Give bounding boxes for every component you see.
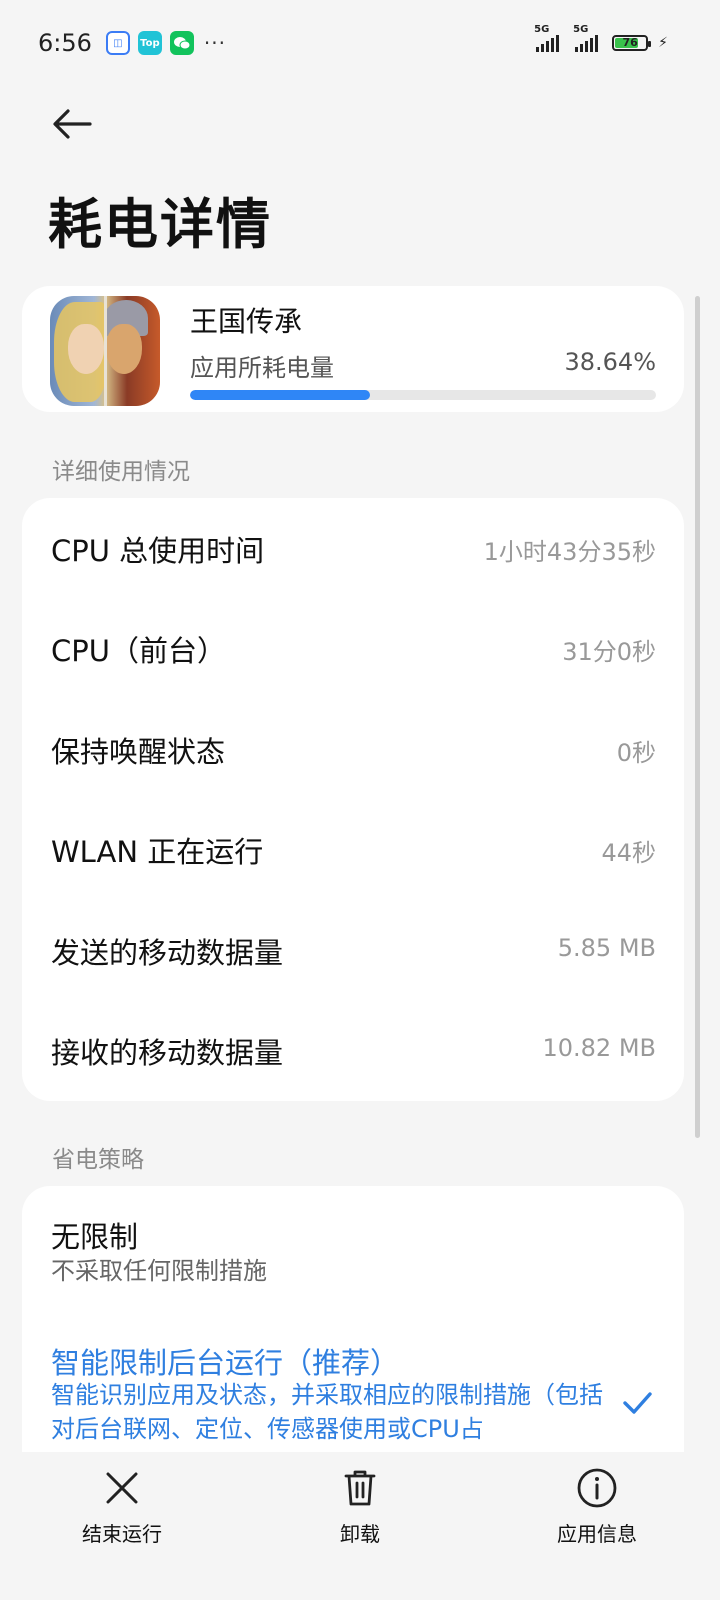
status-time: 6:56 — [38, 29, 92, 57]
signal-2-icon: 5G — [573, 24, 599, 52]
app-info-label: 应用信息 — [557, 1522, 637, 1546]
details-card: CPU 总使用时间 1小时43分35秒 CPU（前台） 31分0秒 保持唤醒状态… — [22, 498, 684, 1101]
end-process-button[interactable]: 结束运行 — [52, 1462, 192, 1572]
more-notifications-icon: ··· — [203, 31, 226, 55]
detail-label: 发送的移动数据量 — [51, 936, 284, 970]
power-details-screen: 6:56 ◫ Top ··· 5G 5G 76 ⚡ 耗电详情 王国传承 应用所耗… — [0, 0, 720, 1600]
detail-label: 接收的移动数据量 — [51, 1036, 284, 1070]
uninstall-label: 卸载 — [340, 1522, 380, 1546]
detail-row-wlan: WLAN 正在运行 44秒 — [22, 799, 684, 899]
detail-row-mobile-received: 接收的移动数据量 10.82 MB — [22, 1000, 684, 1100]
app-info-button[interactable]: 应用信息 — [527, 1462, 667, 1572]
detail-value: 5.85 MB — [557, 934, 656, 962]
option-description: 不采取任何限制措施 — [51, 1257, 267, 1285]
option-title: 智能限制后台运行（推荐） — [51, 1346, 400, 1380]
notification-wechat-icon — [169, 31, 194, 55]
battery-icon: 76 — [612, 35, 652, 51]
app-icon — [50, 296, 160, 406]
detail-value: 1小时43分35秒 — [483, 538, 656, 566]
usage-progress-fill — [190, 390, 371, 400]
detail-label: 保持唤醒状态 — [51, 735, 226, 769]
scrollbar[interactable] — [695, 296, 700, 1138]
app-usage-card: 王国传承 应用所耗电量 38.64% — [22, 286, 684, 412]
detail-row-cpu-foreground: CPU（前台） 31分0秒 — [22, 598, 684, 698]
option-description: 智能识别应用及状态，并采取相应的限制措施（包括对后台联网、定位、传感器使用或CP… — [51, 1381, 603, 1443]
bottom-toolbar: 结束运行 卸载 应用信息 — [0, 1452, 720, 1600]
uninstall-button[interactable]: 卸载 — [290, 1462, 430, 1572]
notification-top-icon: Top — [137, 31, 162, 55]
detail-label: WLAN 正在运行 — [51, 835, 264, 869]
end-process-label: 结束运行 — [82, 1522, 162, 1546]
detail-value: 31分0秒 — [562, 638, 656, 666]
usage-progress-bar — [190, 390, 656, 400]
detail-row-mobile-sent: 发送的移动数据量 5.85 MB — [22, 900, 684, 1000]
app-name: 王国传承 — [190, 305, 303, 338]
back-button[interactable] — [48, 100, 96, 148]
status-bar: 6:56 ◫ Top ··· 5G 5G 76 ⚡ — [38, 22, 668, 64]
details-section-title: 详细使用情况 — [52, 459, 190, 485]
usage-percent: 38.64% — [564, 348, 656, 376]
detail-row-keep-awake: 保持唤醒状态 0秒 — [22, 699, 684, 799]
back-arrow-icon — [53, 109, 92, 139]
page-title: 耗电详情 — [48, 193, 272, 256]
detail-value: 0秒 — [616, 739, 656, 767]
strategy-section-title: 省电策略 — [52, 1147, 144, 1173]
battery-level: 76 — [622, 36, 638, 49]
detail-row-cpu-total: CPU 总使用时间 1小时43分35秒 — [22, 498, 684, 598]
status-indicators: 5G 5G 76 ⚡ — [534, 24, 668, 52]
close-icon — [106, 1472, 138, 1504]
trash-icon — [344, 1470, 376, 1506]
signal-1-icon: 5G — [534, 24, 560, 52]
detail-value: 10.82 MB — [542, 1034, 656, 1062]
charging-icon: ⚡ — [658, 35, 668, 51]
usage-label: 应用所耗电量 — [190, 354, 334, 382]
detail-label: CPU 总使用时间 — [51, 534, 265, 568]
detail-value: 44秒 — [601, 839, 656, 867]
detail-label: CPU（前台） — [51, 634, 226, 668]
info-icon — [577, 1468, 617, 1508]
checkmark-icon — [623, 1392, 652, 1414]
notification-app-icon: ◫ — [105, 31, 130, 55]
option-title: 无限制 — [51, 1220, 139, 1254]
